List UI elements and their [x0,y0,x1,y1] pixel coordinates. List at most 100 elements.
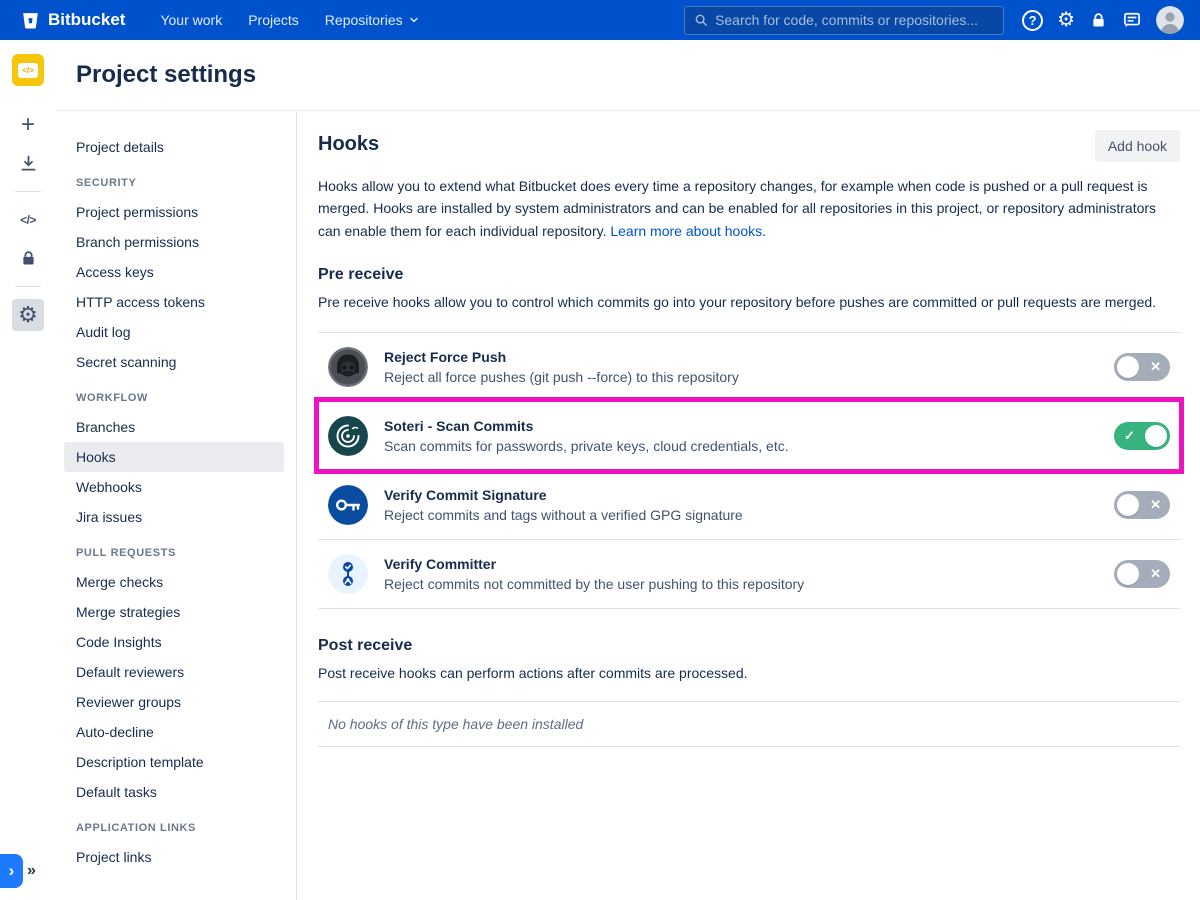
pre-receive-description: Pre receive hooks allow you to control w… [318,292,1178,314]
hook-name: Soteri - Scan Commits [384,418,789,434]
rail-divider [15,286,41,287]
toggle-off-x-icon: ✕ [1150,359,1161,375]
project-avatar[interactable]: </> [12,54,44,86]
toggle-off-x-icon: ✕ [1150,497,1161,513]
bitbucket-bucket-icon [20,10,41,31]
toggle-off-x-icon: ✕ [1150,566,1161,582]
hook-toggle-verify-committer[interactable]: ✕ [1114,560,1170,588]
user-avatar[interactable] [1156,6,1184,34]
hook-name: Reject Force Push [384,349,739,365]
source-code-icon[interactable]: </> [12,204,44,236]
sidebar-item-project-links[interactable]: Project links [64,842,284,872]
hook-row-verify-committer: Verify Committer Reject commits not comm… [318,539,1180,609]
avatar-person-icon [1156,6,1184,34]
sidebar-item-project-details[interactable]: Project details [64,132,284,162]
help-icon[interactable]: ? [1022,10,1043,31]
sidebar-item-audit-log[interactable]: Audit log [64,317,284,347]
hook-row-verify-commit-signature: Verify Commit Signature Reject commits a… [318,470,1180,539]
sidebar-item-access-keys[interactable]: Access keys [64,257,284,287]
hook-toggle-reject-force-push[interactable]: ✕ [1114,353,1170,381]
hook-info: Verify Committer Reject commits not comm… [384,556,804,592]
sidebar-item-default-tasks[interactable]: Default tasks [64,777,284,807]
brand-label: Bitbucket [48,10,125,30]
sidebar-item-hooks[interactable]: Hooks [64,442,284,472]
hooks-title: Hooks [318,130,379,156]
hook-description: Reject commits and tags without a verifi… [384,507,743,523]
hook-row-reject-force-push: Reject Force Push Reject all force pushe… [318,332,1180,401]
sidebar-item-auto-decline[interactable]: Auto-decline [64,717,284,747]
double-chevron-icon[interactable]: » [27,862,36,880]
nav-your-work[interactable]: Your work [160,12,222,28]
sidebar-expand-control: › » [0,854,36,888]
hook-toggle-soteri-scan-commits[interactable]: ✓ [1114,422,1170,450]
sidebar-item-reviewer-groups[interactable]: Reviewer groups [64,687,284,717]
sidebar-heading-application-links: APPLICATION LINKS [64,822,284,834]
intro-suffix: . [762,223,766,239]
admin-gear-icon[interactable]: ⚙ [1057,10,1075,30]
sidebar-item-branch-permissions[interactable]: Branch permissions [64,227,284,257]
bitbucket-logo[interactable]: Bitbucket [20,10,125,31]
bitbucket-project-settings-page: Bitbucket Your work Projects Repositorie… [0,0,1200,900]
nav-repositories[interactable]: Repositories [325,12,420,28]
search-input[interactable] [715,12,994,28]
sidebar-item-webhooks[interactable]: Webhooks [64,472,284,502]
search-icon [694,13,708,27]
toggle-on-check-icon: ✓ [1124,428,1135,444]
sidebar-item-jira-issues[interactable]: Jira issues [64,502,284,532]
sidebar-item-merge-strategies[interactable]: Merge strategies [64,597,284,627]
hook-name: Verify Commit Signature [384,487,743,503]
navbar-icon-group: ? ⚙ [1022,6,1184,34]
top-navbar: Bitbucket Your work Projects Repositorie… [0,0,1200,40]
sidebar-item-secret-scanning[interactable]: Secret scanning [64,347,284,377]
post-receive-heading: Post receive [318,637,1180,655]
sidebar-item-http-access-tokens[interactable]: HTTP access tokens [64,287,284,317]
soteri-avatar-icon [328,416,368,456]
sidebar-heading-workflow: WORKFLOW [64,392,284,404]
toggle-knob [1117,356,1139,378]
clone-download-icon[interactable] [12,147,44,179]
sidebar-item-merge-checks[interactable]: Merge checks [64,567,284,597]
committer-avatar-icon [328,554,368,594]
pre-receive-heading: Pre receive [318,266,1180,284]
learn-more-link[interactable]: Learn more about hooks [610,223,762,239]
hook-info: Reject Force Push Reject all force pushe… [384,349,739,385]
sidebar-item-default-reviewers[interactable]: Default reviewers [64,657,284,687]
nav-projects[interactable]: Projects [248,12,299,28]
toggle-knob [1117,494,1139,516]
sidebar-item-project-permissions[interactable]: Project permissions [64,197,284,227]
rail-divider [15,191,41,192]
toggle-knob [1117,563,1139,585]
sidebar-item-code-insights[interactable]: Code Insights [64,627,284,657]
settings-sidebar: Project details SECURITY Project permiss… [56,112,297,900]
hook-description: Reject commits not committed by the user… [384,576,804,592]
expand-sidebar-button[interactable]: › [0,854,23,888]
sidebar-item-description-template[interactable]: Description template [64,747,284,777]
post-receive-description: Post receive hooks can perform actions a… [318,663,1178,685]
chevron-down-icon [408,14,420,26]
project-settings-gear-icon[interactable]: ⚙ [12,299,44,331]
hook-info: Soteri - Scan Commits Scan commits for p… [384,418,789,454]
lock-icon[interactable] [1089,11,1108,30]
hook-row-soteri-scan-commits: Soteri - Scan Commits Scan commits for p… [318,401,1180,470]
post-receive-section: Post receive Post receive hooks can perf… [318,637,1180,747]
hook-description: Scan commits for passwords, private keys… [384,438,789,454]
hook-toggle-verify-commit-signature[interactable]: ✕ [1114,491,1170,519]
add-hook-button[interactable]: Add hook [1095,130,1180,162]
post-receive-empty-message: No hooks of this type have been installe… [318,701,1180,747]
sidebar-heading-security: SECURITY [64,177,284,189]
project-code-icon: </> [18,63,38,78]
vader-avatar-icon [328,347,368,387]
page-title: Project settings [76,61,256,89]
create-button[interactable]: + [12,109,44,141]
feedback-icon[interactable] [1122,10,1142,30]
rail-lock-icon[interactable] [12,242,44,274]
key-avatar-icon [328,485,368,525]
hook-description: Reject all force pushes (git push --forc… [384,369,739,385]
global-search[interactable] [684,6,1004,35]
hook-info: Verify Commit Signature Reject commits a… [384,487,743,523]
page-header: Project settings [56,40,1200,111]
sidebar-item-branches[interactable]: Branches [64,412,284,442]
toggle-knob [1145,425,1167,447]
hooks-intro: Hooks allow you to extend what Bitbucket… [318,175,1180,242]
pre-receive-hook-list: Reject Force Push Reject all force pushe… [318,332,1180,609]
